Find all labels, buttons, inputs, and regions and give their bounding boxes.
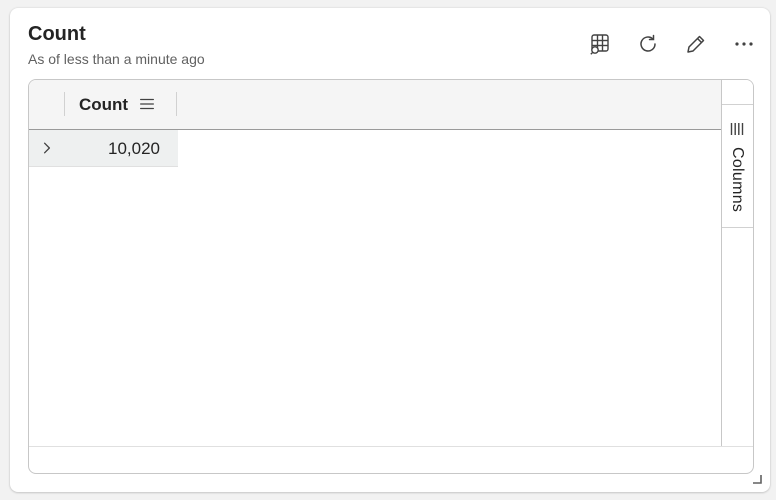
count-card: Count As of less than a minute ago Count… [10, 8, 770, 492]
count-cell: 10,020 [108, 139, 160, 158]
more-options-icon [735, 42, 753, 46]
table-search-icon [590, 34, 609, 55]
columns-icon [730, 123, 744, 135]
row-expand-button[interactable] [37, 138, 57, 158]
columns-tool-tab[interactable]: Columns [722, 104, 753, 228]
edit-button[interactable] [680, 28, 712, 60]
columns-tab-label: Columns [729, 147, 746, 213]
refresh-icon [640, 34, 656, 52]
column-header-count[interactable]: Count [79, 95, 128, 115]
query-table-button[interactable] [584, 28, 616, 60]
header-separator [64, 92, 65, 116]
grid-header-row: Count [29, 80, 721, 130]
column-menu-button[interactable] [137, 94, 157, 114]
card-subtitle: As of less than a minute ago [28, 51, 205, 67]
hamburger-menu-icon [140, 98, 154, 110]
side-panel: Columns [721, 80, 753, 446]
resize-handle-icon[interactable] [752, 474, 762, 484]
edit-pencil-icon [687, 35, 705, 53]
header-separator[interactable] [176, 92, 177, 116]
grid-status-bar [29, 446, 753, 447]
more-options-button[interactable] [728, 28, 760, 60]
data-grid: Count 10,020 Columns [28, 79, 754, 474]
chevron-right-icon [43, 142, 51, 154]
card-title: Count [28, 23, 86, 45]
card-toolbar [584, 28, 760, 60]
table-row[interactable]: 10,020 [29, 130, 178, 167]
refresh-button[interactable] [632, 28, 664, 60]
